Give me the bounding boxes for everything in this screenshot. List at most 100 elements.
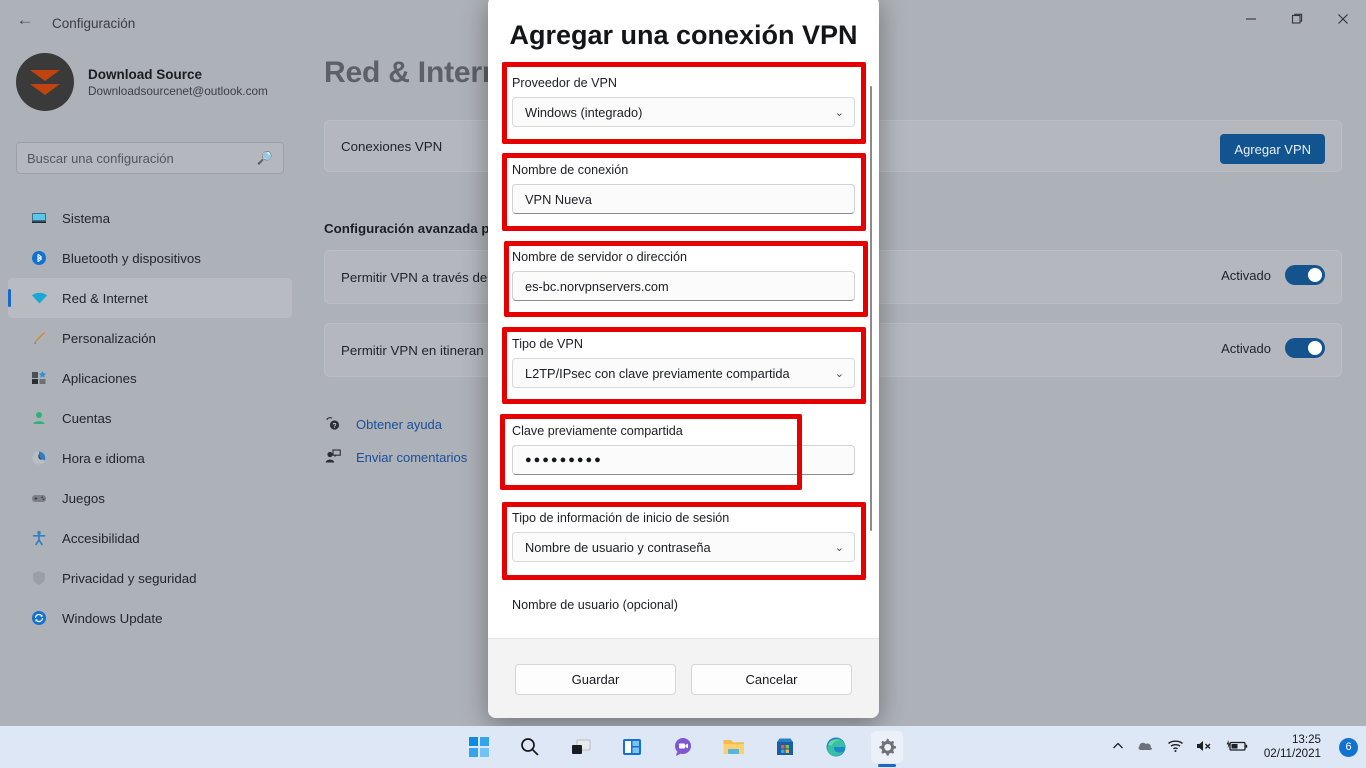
vpn-type-select[interactable]: L2TP/IPsec con clave previamente compart…	[512, 358, 855, 388]
sidebar-nav: Sistema Bluetooth y dispositivos Red & I…	[8, 198, 292, 638]
add-vpn-button[interactable]: Agregar VPN	[1220, 134, 1325, 164]
chevron-down-icon: ⌄	[834, 106, 844, 119]
sidebar-item-privacidad[interactable]: Privacidad y seguridad	[8, 558, 292, 598]
chevron-down-icon: ⌄	[834, 541, 844, 554]
chevron-down-icon: ⌄	[834, 367, 844, 380]
dialog-footer: Guardar Cancelar	[488, 638, 879, 718]
field-vpn-type: Tipo de VPN L2TP/IPsec con clave previam…	[512, 337, 855, 388]
taskbar-clock[interactable]: 13:25 02/11/2021	[1264, 733, 1321, 761]
connection-name-input[interactable]: VPN Nueva	[512, 184, 855, 214]
system-tray: 13:25 02/11/2021 6	[1111, 726, 1358, 768]
save-button[interactable]: Guardar	[515, 664, 676, 695]
close-button[interactable]	[1320, 0, 1366, 38]
sidebar-item-label: Windows Update	[62, 610, 163, 626]
advanced-settings-heading: Configuración avanzada p	[324, 221, 490, 236]
select-value: L2TP/IPsec con clave previamente compart…	[525, 365, 790, 381]
tray-overflow-icon[interactable]	[1111, 739, 1125, 756]
field-vpn-provider: Proveedor de VPN Windows (integrado) ⌄	[512, 76, 855, 127]
sidebar-item-accesibilidad[interactable]: Accesibilidad	[8, 518, 292, 558]
sidebar-item-label: Red & Internet	[62, 290, 148, 306]
sidebar-item-bluetooth[interactable]: Bluetooth y dispositivos	[8, 238, 292, 278]
chat-icon[interactable]	[667, 731, 699, 763]
field-preshared-key: Clave previamente compartida ●●●●●●●●●	[512, 424, 855, 475]
account-email: Downloadsourcenet@outlook.com	[88, 83, 268, 98]
get-help-link-row[interactable]: ? Obtener ayuda	[324, 415, 442, 433]
field-server-name: Nombre de servidor o dirección es-bc.nor…	[512, 250, 855, 301]
shield-icon	[30, 569, 48, 587]
minimize-button[interactable]	[1228, 0, 1274, 38]
help-icon: ?	[324, 415, 342, 433]
file-explorer-icon[interactable]	[718, 731, 750, 763]
wifi-icon[interactable]	[1167, 739, 1184, 756]
sidebar-item-label: Sistema	[62, 210, 111, 226]
maximize-button[interactable]	[1274, 0, 1320, 38]
field-label: Nombre de conexión	[512, 163, 629, 177]
toggle-switch[interactable]	[1285, 265, 1325, 285]
signin-info-type-select[interactable]: Nombre de usuario y contraseña ⌄	[512, 532, 855, 562]
notification-badge[interactable]: 6	[1339, 737, 1358, 757]
dialog-title: Agregar una conexión VPN	[509, 20, 858, 50]
field-signin-info-type: Tipo de información de inicio de sesión …	[512, 511, 855, 562]
window-controls	[1228, 0, 1366, 38]
sidebar-item-label: Privacidad y seguridad	[62, 570, 197, 586]
sidebar-item-cuentas[interactable]: Cuentas	[8, 398, 292, 438]
sidebar-item-juegos[interactable]: Juegos	[8, 478, 292, 518]
send-feedback-link-row[interactable]: Enviar comentarios	[324, 448, 467, 466]
clock-icon	[30, 449, 48, 467]
widgets-icon[interactable]	[616, 731, 648, 763]
input-value: es-bc.norvpnservers.com	[525, 278, 669, 294]
toggle-group: Activado	[1221, 265, 1325, 285]
cancel-button[interactable]: Cancelar	[691, 664, 852, 695]
password-value: ●●●●●●●●●	[525, 454, 603, 466]
account-block[interactable]: Download Source Downloadsourcenet@outloo…	[16, 53, 268, 111]
vpn-provider-select[interactable]: Windows (integrado) ⌄	[512, 97, 855, 127]
battery-charging-icon[interactable]	[1226, 739, 1248, 756]
avatar	[16, 53, 74, 111]
search-input[interactable]: Buscar una configuración 🔍	[16, 142, 284, 174]
field-label: Tipo de información de inicio de sesión	[512, 511, 730, 525]
sidebar: Download Source Downloadsourcenet@outloo…	[0, 38, 300, 726]
add-vpn-dialog: Agregar una conexión VPN Proveedor de VP…	[488, 0, 879, 718]
sidebar-item-sistema[interactable]: Sistema	[8, 198, 292, 238]
dialog-scrollbar[interactable]	[870, 86, 872, 531]
server-name-input[interactable]: es-bc.norvpnservers.com	[512, 271, 855, 301]
toggle-switch[interactable]	[1285, 338, 1325, 358]
accessibility-icon	[30, 529, 48, 547]
input-value: VPN Nueva	[525, 191, 592, 207]
sidebar-item-hora-idioma[interactable]: Hora e idioma	[8, 438, 292, 478]
sidebar-item-windows-update[interactable]: Windows Update	[8, 598, 292, 638]
sidebar-item-aplicaciones[interactable]: Aplicaciones	[8, 358, 292, 398]
sidebar-item-label: Aplicaciones	[62, 370, 137, 386]
edge-icon[interactable]	[820, 731, 852, 763]
taskbar-icons	[463, 731, 903, 767]
search-placeholder: Buscar una configuración	[27, 150, 174, 166]
search-icon[interactable]	[514, 731, 546, 763]
sidebar-item-label: Bluetooth y dispositivos	[62, 250, 201, 266]
dialog-body: Proveedor de VPN Windows (integrado) ⌄ N…	[488, 58, 879, 633]
select-value: Nombre de usuario y contraseña	[525, 539, 711, 555]
get-help-link[interactable]: Obtener ayuda	[356, 417, 442, 432]
sidebar-item-red-internet[interactable]: Red & Internet	[8, 278, 292, 318]
taskbar: 13:25 02/11/2021 6	[0, 726, 1366, 768]
preshared-key-input[interactable]: ●●●●●●●●●	[512, 445, 855, 475]
toggle-group: Activado	[1221, 338, 1325, 358]
microsoft-store-icon[interactable]	[769, 731, 801, 763]
account-name: Download Source	[88, 66, 203, 82]
wifi-icon	[30, 289, 48, 307]
feedback-icon	[324, 448, 342, 466]
task-view-icon[interactable]	[565, 731, 597, 763]
screen: ← Configuración Download Source Download…	[0, 0, 1366, 768]
sidebar-item-label: Cuentas	[62, 410, 112, 426]
volume-mute-icon[interactable]	[1196, 739, 1214, 756]
clock-time: 13:25	[1291, 733, 1321, 746]
back-arrow-icon[interactable]: ←	[12, 10, 38, 30]
cloud-icon[interactable]	[1137, 739, 1155, 756]
brush-icon	[30, 329, 48, 347]
field-label: Tipo de VPN	[512, 337, 583, 351]
svg-text:?: ?	[333, 423, 337, 430]
sidebar-item-personalizacion[interactable]: Personalización	[8, 318, 292, 358]
field-connection-name: Nombre de conexión VPN Nueva	[512, 163, 855, 214]
start-icon[interactable]	[463, 731, 495, 763]
settings-icon[interactable]	[871, 731, 903, 767]
send-feedback-link[interactable]: Enviar comentarios	[356, 450, 467, 465]
